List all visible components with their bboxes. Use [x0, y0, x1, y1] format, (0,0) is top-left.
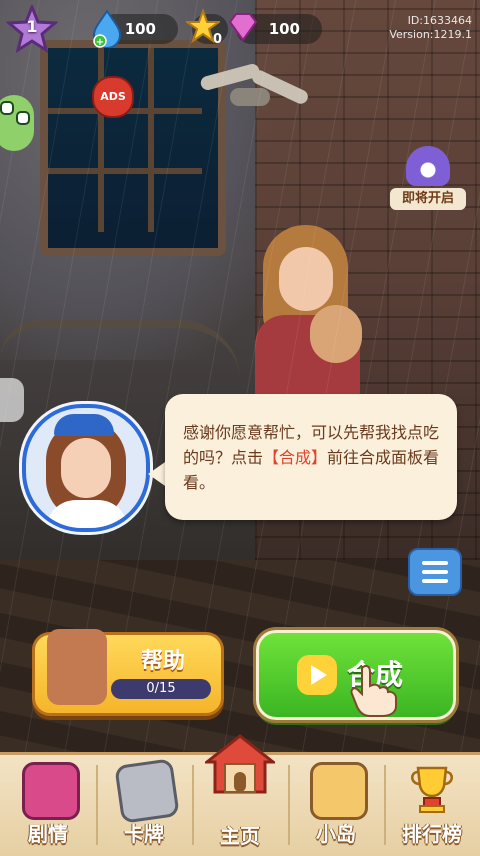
broken-window — [40, 40, 226, 256]
tutorial-pointer-hand-icon — [350, 664, 397, 717]
nav-label-story: 剧情 — [28, 822, 68, 846]
task-list-button[interactable] — [408, 548, 462, 596]
help-label: 帮助 — [140, 649, 185, 674]
nav-label-leaderboard: 排行榜 — [402, 822, 462, 846]
ads-button[interactable]: ADS — [92, 76, 134, 118]
ceiling-fan — [199, 40, 311, 110]
play-icon — [297, 655, 337, 695]
help-button[interactable]: 帮助 0/15 — [32, 629, 224, 716]
home-icon — [205, 734, 275, 794]
help-progress-bar: 0/15 — [111, 679, 211, 699]
nav-label-home: 主页 — [220, 824, 260, 848]
energy-value: 100 — [124, 20, 156, 38]
energy-drop-icon: + — [92, 9, 122, 48]
help-progress-text: 0/15 — [146, 681, 176, 696]
speaker-avatar — [22, 404, 150, 532]
svg-text:+: + — [96, 37, 104, 48]
speech-bubble[interactable]: 感谢你愿意帮忙，可以先帮我找点吃的吗？点击【合成】前往合成面板看看。 — [165, 394, 457, 520]
dialog-text: 感谢你愿意帮忙，可以先帮我找点吃的吗？点击【合成】前往合成面板看看。 — [183, 420, 445, 495]
gem-value: 100 — [268, 20, 300, 38]
nav-item-home[interactable]: 主页 — [192, 734, 288, 853]
girl-with-baby-character — [255, 225, 365, 405]
cards-icon — [114, 758, 180, 824]
dialog-highlight: 【合成】 — [263, 448, 328, 467]
nav-label-island: 小岛 — [316, 822, 356, 846]
nav-item-island[interactable]: 小岛 — [288, 752, 384, 853]
island-compass-icon — [310, 762, 368, 820]
star-counter[interactable]: 0 — [186, 8, 228, 47]
frog-event-icon[interactable] — [0, 95, 34, 151]
version-info: ID:1633464 Version:1219.1 — [389, 14, 472, 42]
build-id: ID:1633464 — [407, 14, 472, 27]
coming-soon-label: 即将开启 — [390, 188, 466, 210]
story-book-icon — [22, 762, 80, 820]
nav-item-cards[interactable]: 卡牌 — [96, 752, 192, 853]
help-portrait — [47, 629, 107, 705]
version-number: Version:1219.1 — [389, 28, 472, 41]
trophy-icon — [411, 766, 453, 813]
energy-counter[interactable]: + 100 — [92, 9, 178, 48]
level-number: 1 — [26, 17, 38, 36]
nav-item-story[interactable]: 剧情 — [0, 752, 96, 853]
pearl-shell-icon — [406, 146, 450, 186]
nav-label-cards: 卡牌 — [124, 822, 164, 846]
side-drawer-tab[interactable] — [0, 378, 24, 422]
level-badge[interactable]: 1 — [6, 5, 58, 53]
coming-soon-feature[interactable]: 即将开启 — [390, 140, 466, 212]
gem-counter[interactable]: 100 — [228, 13, 322, 44]
gem-icon — [228, 13, 258, 42]
star-value: 0 — [212, 32, 222, 47]
nav-item-leaderboard[interactable]: 排行榜 — [384, 752, 480, 853]
